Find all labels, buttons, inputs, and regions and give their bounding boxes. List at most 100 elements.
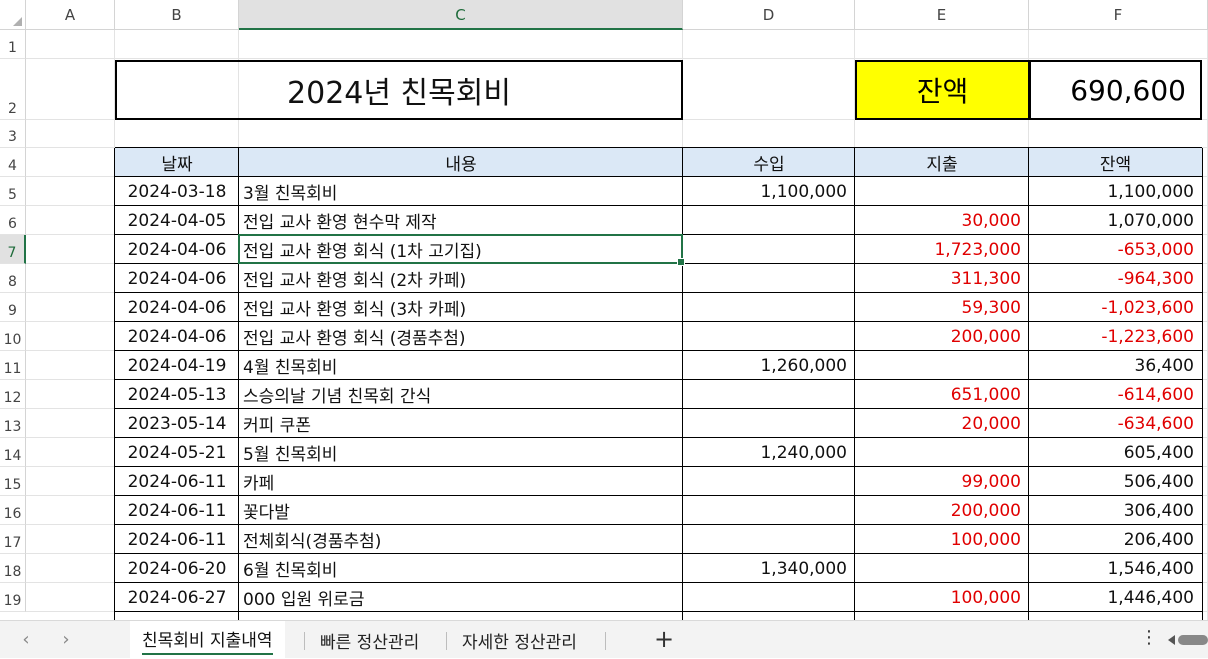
row-header-15[interactable]: 15 — [0, 467, 26, 496]
column-header-d[interactable]: D — [683, 0, 855, 30]
row-header-1[interactable]: 1 — [0, 30, 26, 59]
table-header[interactable]: 지출 — [855, 148, 1029, 177]
table-cell-balance[interactable]: -964,300 — [1029, 264, 1202, 293]
table-cell-expense[interactable]: 200,000 — [855, 496, 1029, 525]
row-header-13[interactable]: 13 — [0, 409, 26, 438]
table-cell-desc[interactable]: 커피 쿠폰 — [239, 409, 683, 438]
more-options-icon[interactable]: ⋮ — [1140, 627, 1158, 648]
table-cell-income[interactable] — [683, 206, 855, 235]
table-cell-desc[interactable]: 스승의날 기념 친목회 간식 — [239, 380, 683, 409]
select-all-corner[interactable] — [0, 0, 26, 30]
row-header-5[interactable]: 5 — [0, 177, 26, 206]
horizontal-scrollbar[interactable] — [1168, 634, 1208, 646]
table-cell-income[interactable] — [683, 322, 855, 351]
table-cell-income[interactable] — [683, 496, 855, 525]
table-cell-balance[interactable]: -1,223,600 — [1029, 322, 1202, 351]
table-cell-desc[interactable]: 4월 친목회비 — [239, 351, 683, 380]
table-cell-expense[interactable]: 59,300 — [855, 293, 1029, 322]
spreadsheet-grid[interactable]: ABCDEF 1 2 3 4 5 6 7 8 9 10 11 12 13 14 15 16 17 18 19 202… — [0, 0, 1208, 620]
table-cell-income[interactable] — [683, 525, 855, 554]
table-cell-desc[interactable]: 000 입원 위로금 — [239, 583, 683, 612]
table-cell-income[interactable] — [683, 380, 855, 409]
table-cell-balance[interactable]: 1,546,400 — [1029, 554, 1202, 583]
row-header-14[interactable]: 14 — [0, 438, 26, 467]
table-cell-balance[interactable]: -1,023,600 — [1029, 293, 1202, 322]
table-cell-date[interactable]: 2024-05-13 — [115, 380, 239, 409]
row-header-19[interactable]: 19 — [0, 583, 26, 612]
column-header-e[interactable]: E — [855, 0, 1029, 30]
row-header-8[interactable]: 8 — [0, 264, 26, 293]
table-cell-desc[interactable]: 전입 교사 환영 회식 (2차 카페) — [239, 264, 683, 293]
row-header-10[interactable]: 10 — [0, 322, 26, 351]
table-cell-expense[interactable]: 200,000 — [855, 322, 1029, 351]
table-cell-desc[interactable]: 전체회식(경품추첨) — [239, 525, 683, 554]
tab-sheet-1[interactable]: 친목회비 지출내역 — [130, 621, 285, 659]
table-cell-expense[interactable]: 100,000 — [855, 525, 1029, 554]
table-cell-balance[interactable]: 506,400 — [1029, 467, 1202, 496]
table-cell-expense[interactable] — [855, 351, 1029, 380]
table-cell-desc[interactable]: 5월 친목회비 — [239, 438, 683, 467]
row-header-3[interactable]: 3 — [0, 120, 26, 148]
table-header[interactable]: 잔액 — [1029, 148, 1202, 177]
table-header[interactable]: 수입 — [683, 148, 855, 177]
table-cell-date[interactable]: 2024-04-06 — [115, 293, 239, 322]
table-cell-date[interactable]: 2024-03-18 — [115, 177, 239, 206]
table-cell-expense[interactable] — [855, 554, 1029, 583]
table-cell-balance[interactable]: 1,446,400 — [1029, 583, 1202, 612]
table-cell-balance[interactable]: 605,400 — [1029, 438, 1202, 467]
balance-value[interactable]: 690,600 — [1029, 60, 1202, 120]
row-header-16[interactable]: 16 — [0, 496, 26, 525]
table-cell-desc[interactable]: 전입 교사 환영 회식 (3차 카페) — [239, 293, 683, 322]
next-sheet-icon[interactable]: › — [56, 629, 76, 650]
table-cell-desc[interactable]: 전입 교사 환영 회식 (1차 고기집) — [239, 235, 683, 264]
table-cell-expense[interactable]: 311,300 — [855, 264, 1029, 293]
table-cell-expense[interactable]: 1,723,000 — [855, 235, 1029, 264]
table-cell-desc[interactable]: 전입 교사 환영 회식 (경품추첨) — [239, 322, 683, 351]
table-cell-income[interactable] — [683, 264, 855, 293]
row-header-11[interactable]: 11 — [0, 351, 26, 380]
tab-sheet-2[interactable]: 빠른 정산관리 — [320, 621, 419, 659]
table-cell-date[interactable]: 2024-04-06 — [115, 322, 239, 351]
table-cell-desc[interactable]: 전입 교사 환영 현수막 제작 — [239, 206, 683, 235]
table-cell-desc[interactable]: 꽃다발 — [239, 496, 683, 525]
column-header-b[interactable]: B — [115, 0, 239, 30]
table-cell-income[interactable] — [683, 583, 855, 612]
table-cell-date[interactable]: 2024-06-20 — [115, 554, 239, 583]
table-header[interactable]: 날짜 — [115, 148, 239, 177]
table-cell-date[interactable]: 2024-04-06 — [115, 235, 239, 264]
row-header-18[interactable]: 18 — [0, 554, 26, 583]
row-header-12[interactable]: 12 — [0, 380, 26, 409]
table-cell-date[interactable]: 2024-06-11 — [115, 496, 239, 525]
table-cell-date[interactable]: 2024-06-11 — [115, 467, 239, 496]
column-header-a[interactable]: A — [26, 0, 115, 30]
table-cell-income[interactable] — [683, 293, 855, 322]
row-header-9[interactable]: 9 — [0, 293, 26, 322]
balance-label[interactable]: 잔액 — [855, 60, 1030, 120]
row-header-7[interactable]: 7 — [0, 235, 26, 264]
column-header-f[interactable]: F — [1029, 0, 1208, 30]
add-sheet-icon[interactable]: + — [652, 625, 676, 653]
table-cell-expense[interactable]: 100,000 — [855, 583, 1029, 612]
table-cell-date[interactable]: 2024-06-11 — [115, 525, 239, 554]
sheet-title[interactable]: 2024년 친목회비 — [115, 60, 683, 120]
table-cell-income[interactable] — [683, 467, 855, 496]
table-cell-date[interactable]: 2023-05-14 — [115, 409, 239, 438]
table-cell-expense[interactable]: 99,000 — [855, 467, 1029, 496]
table-cell-income[interactable]: 1,260,000 — [683, 351, 855, 380]
table-cell-date[interactable]: 2024-05-21 — [115, 438, 239, 467]
table-cell-income[interactable]: 1,240,000 — [683, 438, 855, 467]
table-cell-date[interactable]: 2024-04-06 — [115, 264, 239, 293]
table-cell-expense[interactable]: 30,000 — [855, 206, 1029, 235]
table-cell-balance[interactable]: -653,000 — [1029, 235, 1202, 264]
table-cell-expense[interactable] — [855, 177, 1029, 206]
table-cell-balance[interactable]: 306,400 — [1029, 496, 1202, 525]
row-header-17[interactable]: 17 — [0, 525, 26, 554]
row-header-6[interactable]: 6 — [0, 206, 26, 235]
table-cell-desc[interactable]: 3월 친목회비 — [239, 177, 683, 206]
table-cell-date[interactable]: 2024-04-19 — [115, 351, 239, 380]
table-cell-balance[interactable]: -634,600 — [1029, 409, 1202, 438]
table-cell-balance[interactable]: 206,400 — [1029, 525, 1202, 554]
table-cell-income[interactable]: 1,340,000 — [683, 554, 855, 583]
table-header[interactable]: 내용 — [239, 148, 683, 177]
table-cell-desc[interactable]: 카페 — [239, 467, 683, 496]
